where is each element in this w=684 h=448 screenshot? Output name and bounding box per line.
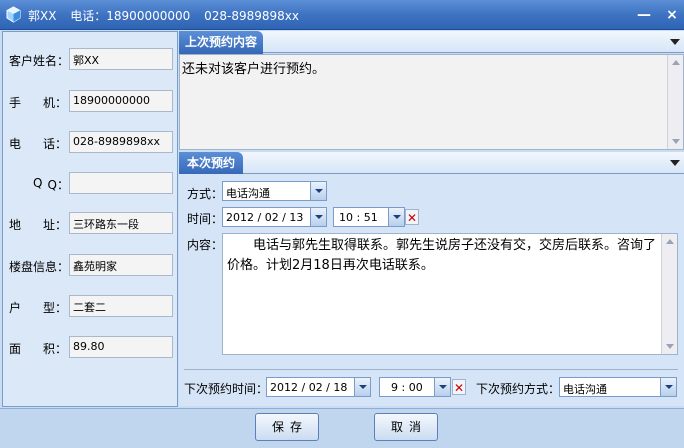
collapse-arrow-icon[interactable] <box>670 160 680 166</box>
next-time-label: 下次预约时间： <box>184 382 269 396</box>
app-cube-icon <box>6 6 21 23</box>
clear-next-time-icon[interactable]: ✕ <box>452 379 466 395</box>
dropdown-arrow-icon[interactable] <box>310 182 326 200</box>
qq-label: Q Q： <box>33 176 69 192</box>
house-type-row: 户型： 二套二 <box>3 295 179 317</box>
title-tel: 028-8989898xx <box>204 9 299 23</box>
time-picker[interactable]: 10 : 51 <box>333 207 405 227</box>
dropdown-arrow-icon[interactable] <box>434 378 450 396</box>
minimize-button[interactable]: — <box>635 6 653 24</box>
dropdown-arrow-icon[interactable] <box>354 378 370 396</box>
dropdown-arrow-icon[interactable] <box>660 378 676 396</box>
next-time-picker[interactable]: 9 : 00 <box>379 377 451 397</box>
title-bar: 郭XX 电话：18900000000 028-8989898xx — × <box>0 0 684 30</box>
next-method-select[interactable]: 电话沟通 <box>559 377 677 397</box>
last-appointment-tab[interactable]: 上次预约内容 <box>179 31 264 54</box>
estate-field[interactable]: 鑫苑明家 <box>69 254 173 276</box>
scroll-down-icon[interactable] <box>666 344 674 349</box>
scroll-up-icon[interactable] <box>672 60 680 65</box>
estate-label: 楼盘信息： <box>9 260 70 274</box>
qq-field[interactable] <box>69 172 173 194</box>
area-label: 面积： <box>9 342 67 356</box>
customer-name-field[interactable]: 郭XX <box>69 48 173 70</box>
title-customer-name: 郭XX <box>28 9 57 23</box>
address-label: 地址： <box>9 218 67 232</box>
tel-row: 电话： 028-8989898xx <box>3 131 179 153</box>
mobile-field[interactable]: 18900000000 <box>69 90 173 112</box>
dropdown-arrow-icon[interactable] <box>310 208 326 226</box>
this-appointment-header: 本次预约 <box>179 152 684 175</box>
customer-info-panel: 客户姓名： 郭XX 手机： 18900000000 电话： 028-898989… <box>2 31 178 407</box>
dropdown-arrow-icon[interactable] <box>388 208 404 226</box>
mobile-label: 手机： <box>9 96 67 110</box>
this-appointment-tab[interactable]: 本次预约 <box>179 152 244 175</box>
next-date-picker[interactable]: 2012 / 02 / 18 <box>266 377 371 397</box>
clear-time-icon[interactable]: ✕ <box>405 209 419 225</box>
last-appointment-content: 还未对该客户进行预约。 <box>179 54 684 150</box>
collapse-arrow-icon[interactable] <box>670 39 680 45</box>
appointment-content-textarea[interactable]: 电话与郭先生取得联系。郭先生说房子还没有交，交房后联系。咨询了价格。计划2月18… <box>222 233 678 355</box>
last-appointment-header: 上次预约内容 <box>179 31 684 54</box>
appointment-content-text: 电话与郭先生取得联系。郭先生说房子还没有交，交房后联系。咨询了价格。计划2月18… <box>227 238 657 273</box>
mobile-row: 手机： 18900000000 <box>3 90 179 112</box>
next-method-label: 下次预约方式： <box>476 382 561 396</box>
close-button[interactable]: × <box>663 6 681 24</box>
method-label: 方式： <box>187 187 224 201</box>
last-appointment-scrollbar[interactable] <box>667 55 683 149</box>
estate-row: 楼盘信息： 鑫苑明家 <box>3 254 179 276</box>
button-bar <box>0 408 684 448</box>
date-picker[interactable]: 2012 / 02 / 13 <box>222 207 327 227</box>
window-title: 郭XX 电话：18900000000 028-8989898xx <box>28 7 309 24</box>
tel-label: 电话： <box>9 137 67 151</box>
content-scrollbar[interactable] <box>661 234 677 354</box>
save-button[interactable]: 保存 <box>255 413 319 441</box>
last-appointment-text: 还未对该客户进行预约。 <box>182 62 326 77</box>
qq-row: Q Q： <box>3 172 179 194</box>
house-type-label: 户型： <box>9 301 67 315</box>
house-type-field[interactable]: 二套二 <box>69 295 173 317</box>
content-label: 内容： <box>187 238 224 252</box>
scroll-down-icon[interactable] <box>672 139 680 144</box>
tel-field[interactable]: 028-8989898xx <box>69 131 173 153</box>
area-field[interactable]: 89.80 <box>69 336 173 358</box>
cancel-button[interactable]: 取消 <box>374 413 438 441</box>
address-field[interactable]: 三环路东一段 <box>69 212 173 234</box>
customer-name-label: 客户姓名： <box>9 54 70 68</box>
area-row: 面积： 89.80 <box>3 336 179 358</box>
method-select[interactable]: 电话沟通 <box>222 181 327 201</box>
customer-name-row: 客户姓名： 郭XX <box>3 48 179 70</box>
address-row: 地址： 三环路东一段 <box>3 212 179 234</box>
time-label: 时间： <box>187 212 224 226</box>
scroll-up-icon[interactable] <box>666 239 674 244</box>
divider <box>184 369 678 370</box>
title-phone: 电话：18900000000 <box>70 9 191 23</box>
